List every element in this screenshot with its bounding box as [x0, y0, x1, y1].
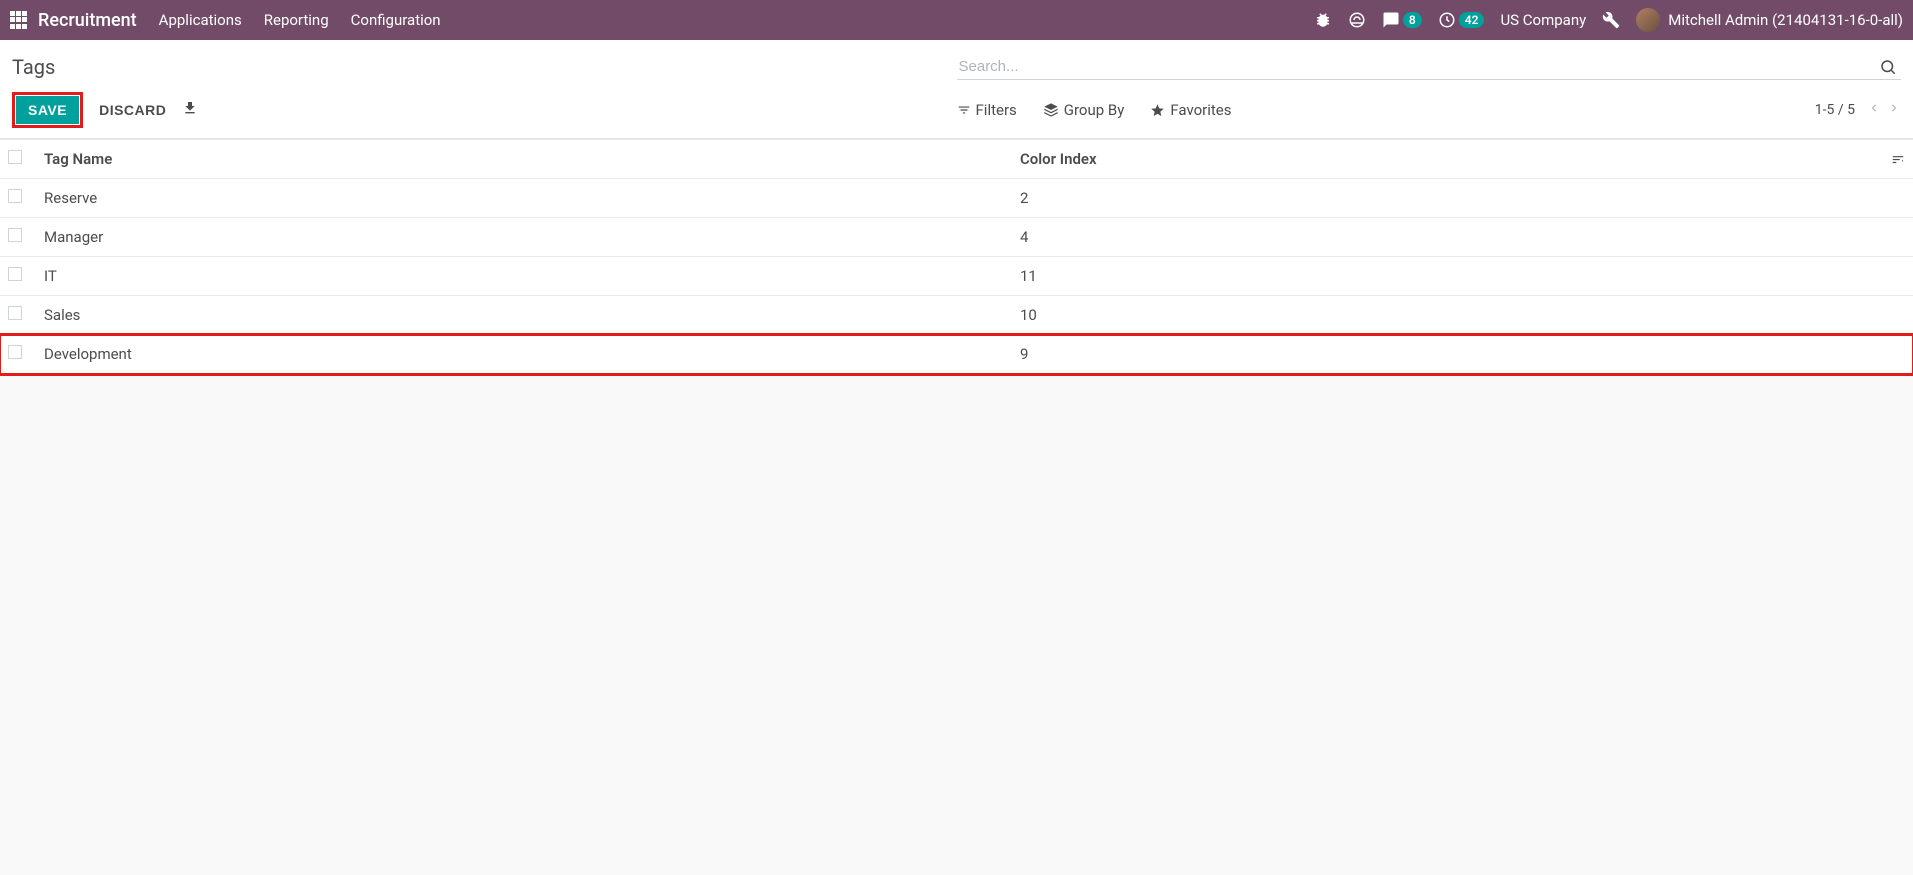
columns-settings-icon[interactable]: [1891, 152, 1905, 166]
control-panel: Tags SAVE DISCARD Filters Group B: [0, 40, 1913, 139]
table-header-row: Tag Name Color Index: [0, 140, 1913, 179]
export-icon[interactable]: [182, 100, 198, 120]
nav-applications[interactable]: Applications: [159, 11, 242, 29]
select-all-checkbox[interactable]: [8, 150, 22, 164]
navbar: Recruitment Applications Reporting Confi…: [0, 0, 1913, 40]
activities-icon[interactable]: 42: [1438, 11, 1485, 29]
messages-icon[interactable]: 8: [1382, 11, 1422, 29]
search-wrap: [957, 54, 1902, 80]
groupby-label: Group By: [1064, 101, 1125, 119]
search-options: Filters Group By Favorites 1-5 / 5: [957, 101, 1902, 119]
navbar-right: 8 42 US Company Mitchell Admin (21404131…: [1314, 8, 1903, 32]
nav-reporting[interactable]: Reporting: [264, 11, 329, 29]
filters-button[interactable]: Filters: [957, 101, 1017, 119]
cell-color[interactable]: 11: [1012, 257, 1883, 296]
favorites-label: Favorites: [1170, 101, 1231, 119]
favorites-button[interactable]: Favorites: [1150, 101, 1231, 119]
search-input[interactable]: [957, 54, 1876, 79]
apps-icon[interactable]: [10, 11, 28, 29]
save-button[interactable]: SAVE: [16, 96, 79, 124]
table-row[interactable]: IT 11: [0, 257, 1913, 296]
pager-prev-icon[interactable]: [1867, 101, 1881, 119]
search-icon[interactable]: [1875, 58, 1901, 76]
discard-button[interactable]: DISCARD: [95, 96, 170, 124]
pager: 1-5 / 5: [1815, 101, 1901, 119]
row-checkbox[interactable]: [8, 228, 22, 242]
cell-name[interactable]: IT: [36, 257, 1012, 296]
tools-icon[interactable]: [1602, 11, 1620, 29]
cell-name[interactable]: Reserve: [36, 179, 1012, 218]
user-menu[interactable]: Mitchell Admin (21404131-16-0-all): [1636, 8, 1903, 32]
cell-color[interactable]: 9: [1012, 335, 1883, 374]
support-icon[interactable]: [1348, 11, 1366, 29]
table-row[interactable]: Development 9: [0, 335, 1913, 374]
col-name-header[interactable]: Tag Name: [36, 140, 1012, 179]
activities-badge: 42: [1459, 12, 1485, 28]
company-selector[interactable]: US Company: [1500, 11, 1586, 29]
row-checkbox[interactable]: [8, 189, 22, 203]
row-checkbox[interactable]: [8, 267, 22, 281]
debug-icon[interactable]: [1314, 11, 1332, 29]
row-checkbox[interactable]: [8, 306, 22, 320]
table-row[interactable]: Reserve 2: [0, 179, 1913, 218]
groupby-button[interactable]: Group By: [1043, 101, 1125, 119]
save-highlight: SAVE: [12, 92, 83, 128]
table-row[interactable]: Manager 4: [0, 218, 1913, 257]
cell-color[interactable]: 4: [1012, 218, 1883, 257]
cell-name[interactable]: Development: [36, 335, 1012, 374]
cell-name[interactable]: Sales: [36, 296, 1012, 335]
avatar: [1636, 8, 1660, 32]
row-checkbox[interactable]: [8, 345, 22, 359]
left-actions: SAVE DISCARD: [12, 92, 957, 128]
cell-color[interactable]: 2: [1012, 179, 1883, 218]
nav-configuration[interactable]: Configuration: [351, 11, 441, 29]
messages-badge: 8: [1403, 12, 1422, 28]
filters-label: Filters: [976, 101, 1017, 119]
pager-text[interactable]: 1-5 / 5: [1815, 102, 1855, 118]
table-row[interactable]: Sales 10: [0, 296, 1913, 335]
pager-next-icon[interactable]: [1887, 101, 1901, 119]
user-name: Mitchell Admin (21404131-16-0-all): [1668, 11, 1903, 29]
cell-name[interactable]: Manager: [36, 218, 1012, 257]
cell-color[interactable]: 10: [1012, 296, 1883, 335]
navbar-left: Recruitment Applications Reporting Confi…: [10, 10, 463, 31]
tags-table: Tag Name Color Index Reserve 2 Manager 4…: [0, 139, 1913, 374]
breadcrumb: Tags: [12, 55, 957, 79]
brand[interactable]: Recruitment: [38, 10, 137, 31]
col-color-header[interactable]: Color Index: [1012, 140, 1883, 179]
